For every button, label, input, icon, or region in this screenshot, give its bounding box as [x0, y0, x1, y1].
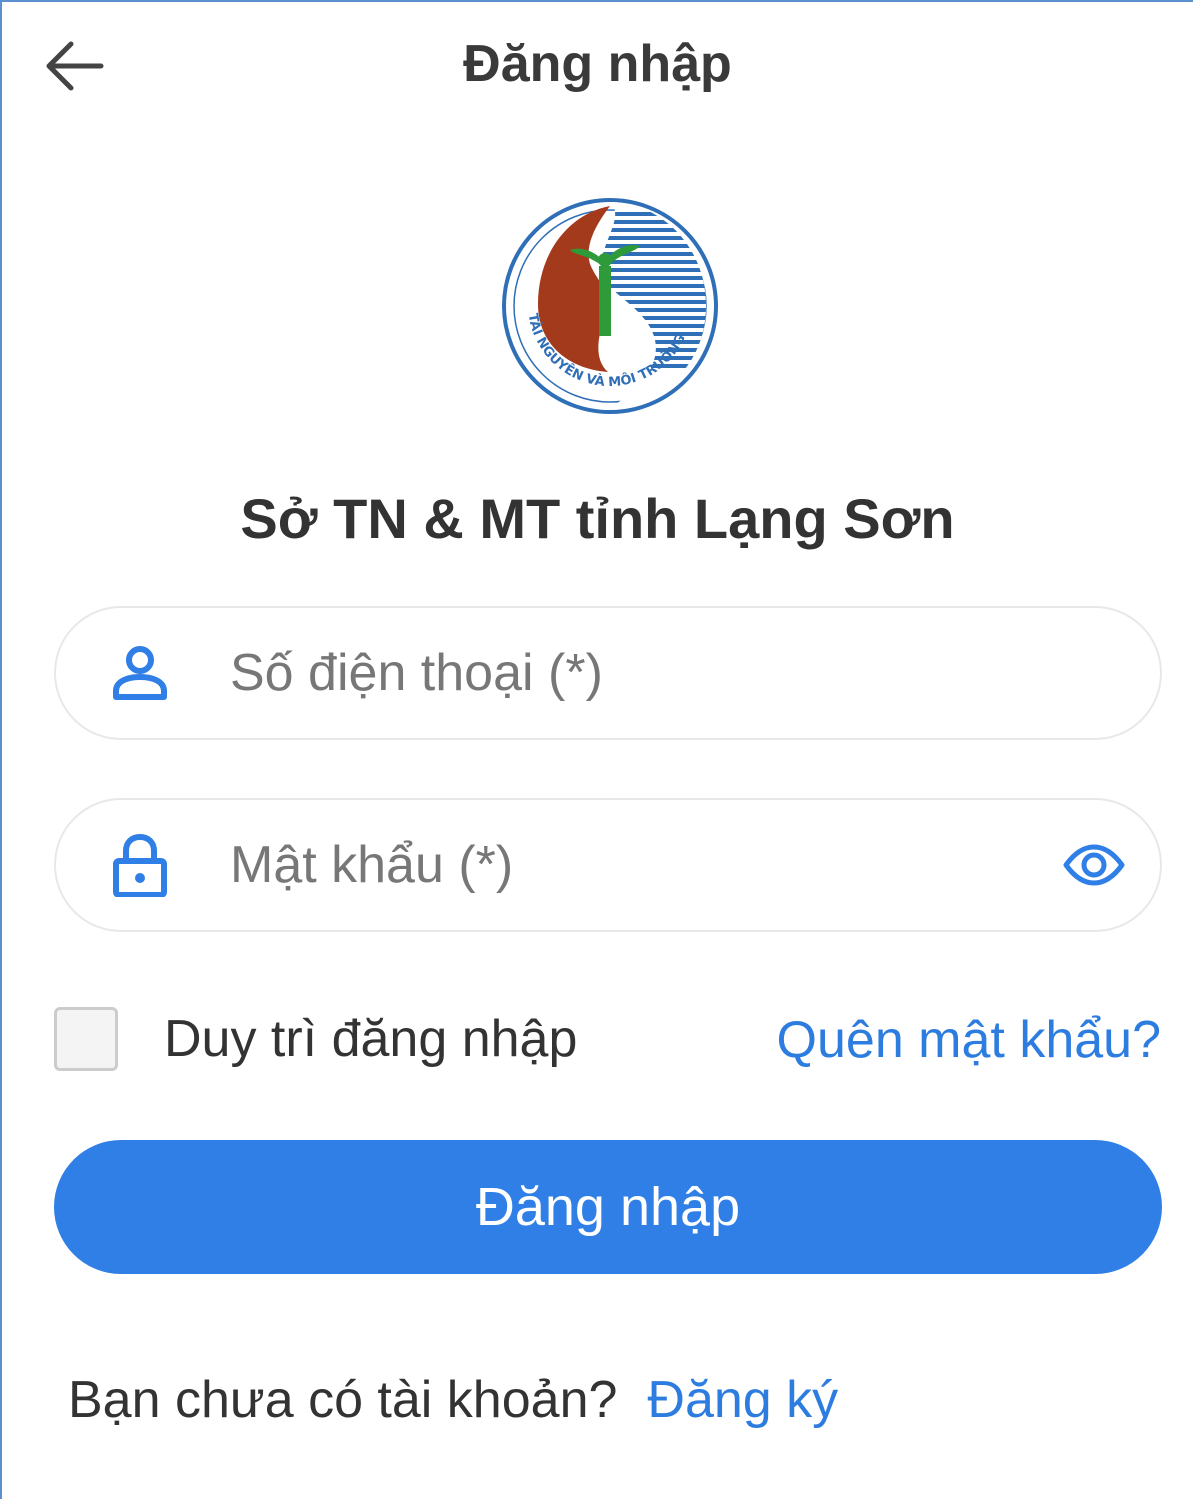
user-icon	[108, 641, 172, 705]
login-button[interactable]: Đăng nhập	[54, 1140, 1162, 1274]
password-field	[54, 798, 1162, 932]
signup-prompt: Bạn chưa có tài khoản?	[68, 1371, 618, 1429]
forgot-password-link[interactable]: Quên mật khẩu?	[777, 1010, 1161, 1070]
login-screen: Đăng nhập TÀI NGUYÊN VÀ MÔI TRƯỜNG Sở TN…	[0, 0, 1193, 1499]
lock-icon	[108, 833, 172, 897]
password-input[interactable]	[228, 800, 1050, 930]
page-title: Đăng nhập	[463, 35, 732, 93]
signup-link[interactable]: Đăng ký	[647, 1371, 838, 1429]
signup-row: Bạn chưa có tài khoản? Đăng ký	[68, 1370, 838, 1430]
phone-field	[54, 606, 1162, 740]
remember-checkbox[interactable]	[54, 1007, 118, 1071]
eye-icon[interactable]	[1062, 833, 1126, 897]
phone-input[interactable]	[228, 608, 1050, 738]
organization-name: Sở TN & MT tỉnh Lạng Sơn	[240, 487, 955, 550]
organization-logo: TÀI NGUYÊN VÀ MÔI TRƯỜNG	[498, 194, 722, 418]
remember-login-toggle[interactable]: Duy trì đăng nhập	[54, 1004, 577, 1074]
remember-label: Duy trì đăng nhập	[164, 1010, 578, 1068]
